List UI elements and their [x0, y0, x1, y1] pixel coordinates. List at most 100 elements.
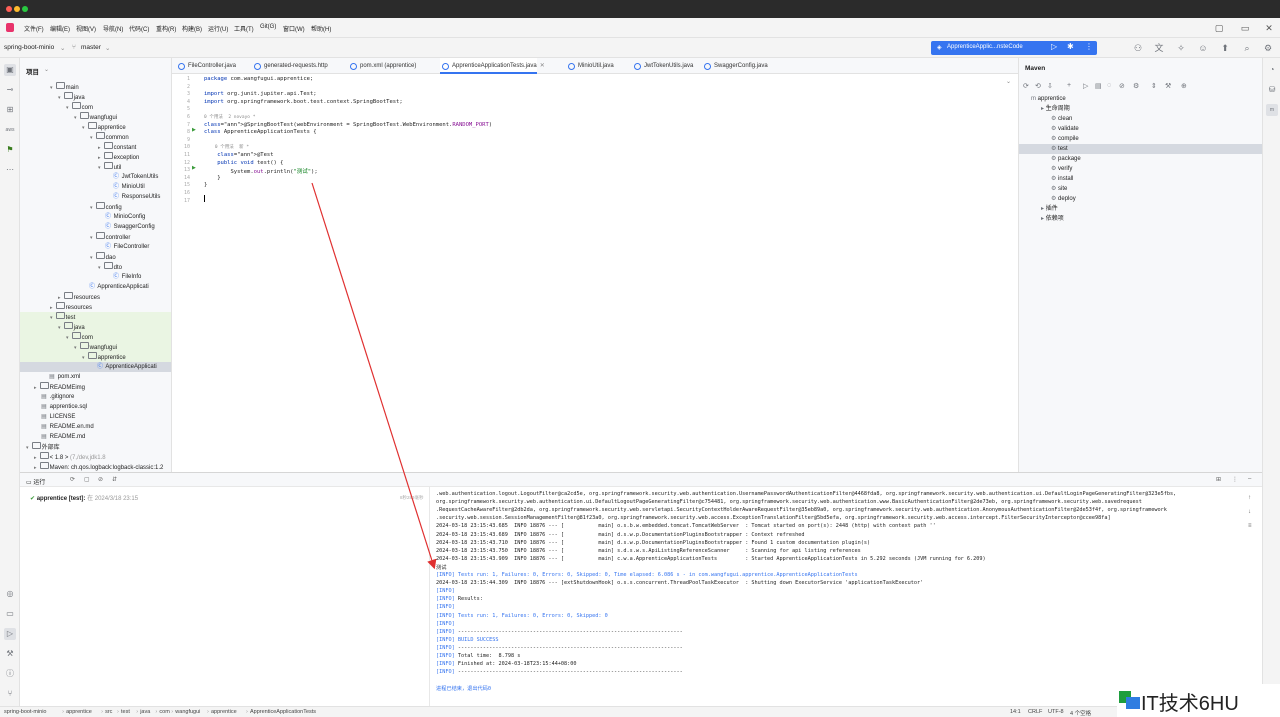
tree-item[interactable]: ▾ java — [20, 322, 171, 332]
editor-tab[interactable]: SwaggerConfig.java — [702, 58, 768, 74]
tree-item[interactable]: ▾ com — [20, 102, 171, 112]
menu-item[interactable]: 构建(B) — [182, 24, 202, 33]
tree-item[interactable]: ▾ test — [20, 312, 171, 322]
build-tool-icon[interactable]: ⚒ — [4, 648, 16, 660]
tree-item[interactable]: ▾ com — [20, 332, 171, 342]
branch-selector[interactable]: master — [81, 44, 101, 51]
tree-item[interactable]: ▾ 外部库 — [20, 442, 171, 452]
run-tool-icon[interactable]: ▷ — [4, 628, 16, 640]
maven-run-icon[interactable]: ▷ — [1083, 82, 1088, 90]
maven-item[interactable]: ▸ 插件 — [1019, 204, 1263, 214]
scroll-up-icon[interactable]: ↑ — [1248, 495, 1251, 501]
scroll-down-icon[interactable]: ↓ — [1248, 509, 1251, 515]
tree-item[interactable]: ▾ main — [20, 82, 171, 92]
tree-item[interactable]: ▤ apprentice.sql — [20, 402, 171, 412]
maven-item[interactable]: ⚙ compile — [1019, 134, 1263, 144]
close-window-icon[interactable] — [6, 6, 12, 12]
close-icon[interactable]: ✕ — [1262, 21, 1276, 35]
tree-item[interactable]: ▾ dao — [20, 252, 171, 262]
aws-tool-icon[interactable]: aws — [4, 124, 16, 136]
maven-item[interactable]: ⚙ package — [1019, 154, 1263, 164]
tree-item[interactable]: ▸ exception — [20, 152, 171, 162]
tree-item[interactable]: ▤ README.md — [20, 432, 171, 442]
minimize-icon[interactable]: ▢ — [1212, 21, 1226, 35]
menu-item[interactable]: 帮助(H) — [311, 24, 331, 33]
tree-item[interactable]: ▾ controller — [20, 232, 171, 242]
tree-item[interactable]: ▸ constant — [20, 142, 171, 152]
cursor-position[interactable]: 14:1 — [1010, 709, 1021, 715]
update-icon[interactable]: ⬆ — [1219, 42, 1231, 54]
tree-item[interactable]: ▤ README.en.md — [20, 422, 171, 432]
breadcrumb-item[interactable]: ApprenticeApplicationTests — [250, 709, 316, 715]
maven-item[interactable]: ⚙ test — [1019, 144, 1263, 154]
run-icon[interactable]: ▷ — [1051, 42, 1057, 51]
more-icon[interactable]: ⋮ — [1085, 42, 1093, 51]
wrap-icon[interactable]: ≡ — [1248, 523, 1252, 529]
menu-item[interactable]: 导航(N) — [103, 24, 123, 33]
editor-tab[interactable]: FileController.java — [176, 58, 236, 74]
editor-tab[interactable]: pom.xml (apprentice) — [348, 58, 416, 74]
stop-icon[interactable]: ▢ — [84, 476, 90, 483]
tree-item[interactable]: Ⓒ ApprenticeApplicati — [20, 362, 171, 372]
reload-all-icon[interactable]: ⟲ — [1035, 82, 1041, 90]
tree-item[interactable]: ▸ Maven: ch.qos.logback:logback-classic:… — [20, 462, 171, 472]
account-icon[interactable]: ☺ — [1197, 42, 1209, 54]
menu-item[interactable]: 代码(C) — [129, 24, 149, 33]
tree-item[interactable]: ▤ .gitignore — [20, 392, 171, 402]
tree-item[interactable]: Ⓒ FileController — [20, 242, 171, 252]
notifications-icon[interactable]: ◔ — [1266, 64, 1278, 76]
panel-more-icon[interactable]: ⋮ — [1232, 476, 1238, 483]
commit-tool-icon[interactable]: ⊸ — [4, 84, 16, 96]
tree-item[interactable]: ▾ wangfugui — [20, 112, 171, 122]
menu-item[interactable]: Git(G) — [260, 24, 276, 30]
editor-tab[interactable]: MinioUtil.java — [566, 58, 614, 74]
menu-item[interactable]: 工具(T) — [234, 24, 254, 33]
tree-item[interactable]: ▤ LICENSE — [20, 412, 171, 422]
menu-item[interactable]: 窗口(W) — [283, 24, 305, 33]
tree-item[interactable]: Ⓒ MinioUtil — [20, 182, 171, 192]
tree-item[interactable]: ▤ pom.xml — [20, 372, 171, 382]
tree-item[interactable]: Ⓒ ApprenticeApplicati — [20, 282, 171, 292]
maven-tool-icon[interactable]: m — [1266, 104, 1278, 116]
tab-close-icon[interactable]: ✕ — [540, 58, 545, 74]
project-selector[interactable]: spring-boot-minio — [4, 44, 54, 51]
tree-item[interactable]: ▾ util — [20, 162, 171, 172]
maven-item[interactable]: ⚙ install — [1019, 174, 1263, 184]
services-tool-icon[interactable]: ◎ — [4, 588, 16, 600]
problems-tool-icon[interactable]: ⓘ — [4, 668, 16, 680]
tree-item[interactable]: ▸ resources — [20, 302, 171, 312]
execute-goal-icon[interactable]: ▤ — [1095, 82, 1102, 90]
breadcrumb-item[interactable]: apprentice — [66, 709, 92, 715]
database-icon[interactable]: ⛁ — [1266, 84, 1278, 96]
file-encoding[interactable]: UTF-8 — [1048, 709, 1064, 715]
menu-item[interactable]: 编辑(E) — [50, 24, 70, 33]
tree-item[interactable]: ▾ config — [20, 202, 171, 212]
editor-tab[interactable]: ApprenticeApplicationTests.java ✕ — [440, 58, 545, 74]
gutter-run-test-icon[interactable]: ▶ — [192, 165, 196, 171]
layout-icon[interactable]: ⊞ — [1216, 476, 1221, 483]
tree-item[interactable]: Ⓒ JwtTokenUtils — [20, 172, 171, 182]
menu-item[interactable]: 运行(U) — [208, 24, 228, 33]
collapse-all-icon[interactable]: ⇕ — [1151, 82, 1157, 90]
reload-icon[interactable]: ⟳ — [1023, 82, 1029, 90]
restore-icon[interactable]: ▭ — [1238, 21, 1252, 35]
translate-icon[interactable]: 文 — [1153, 42, 1165, 54]
editor-tab[interactable]: generated-requests.http — [252, 58, 328, 74]
plugin-tool-icon[interactable]: ⚑ — [4, 144, 16, 156]
tree-item[interactable]: Ⓒ SwaggerConfig — [20, 222, 171, 232]
tree-item[interactable]: Ⓒ FileInfo — [20, 272, 171, 282]
hide-panel-icon[interactable]: – — [1248, 476, 1251, 482]
maven-item[interactable]: ⚙ clean — [1019, 114, 1263, 124]
breadcrumb-item[interactable]: spring-boot-minio — [4, 709, 47, 715]
menu-item[interactable]: 重构(R) — [156, 24, 176, 33]
tree-item[interactable]: ▸ resources — [20, 292, 171, 302]
sort-icon[interactable]: ⇵ — [112, 476, 117, 483]
breadcrumb-item[interactable]: test — [121, 709, 130, 715]
search-icon[interactable]: ⌕ — [1241, 42, 1253, 54]
debug-icon[interactable]: ✱ — [1067, 42, 1074, 51]
settings-icon[interactable]: ⚙ — [1262, 42, 1274, 54]
editor-collapse-icon[interactable]: ⌄ — [1006, 78, 1011, 85]
tree-item[interactable]: ▸ < 1.8 > (7,/dev,jdk1.8 — [20, 452, 171, 462]
maximize-window-icon[interactable] — [22, 6, 28, 12]
tree-item[interactable]: ▾ apprentice — [20, 122, 171, 132]
